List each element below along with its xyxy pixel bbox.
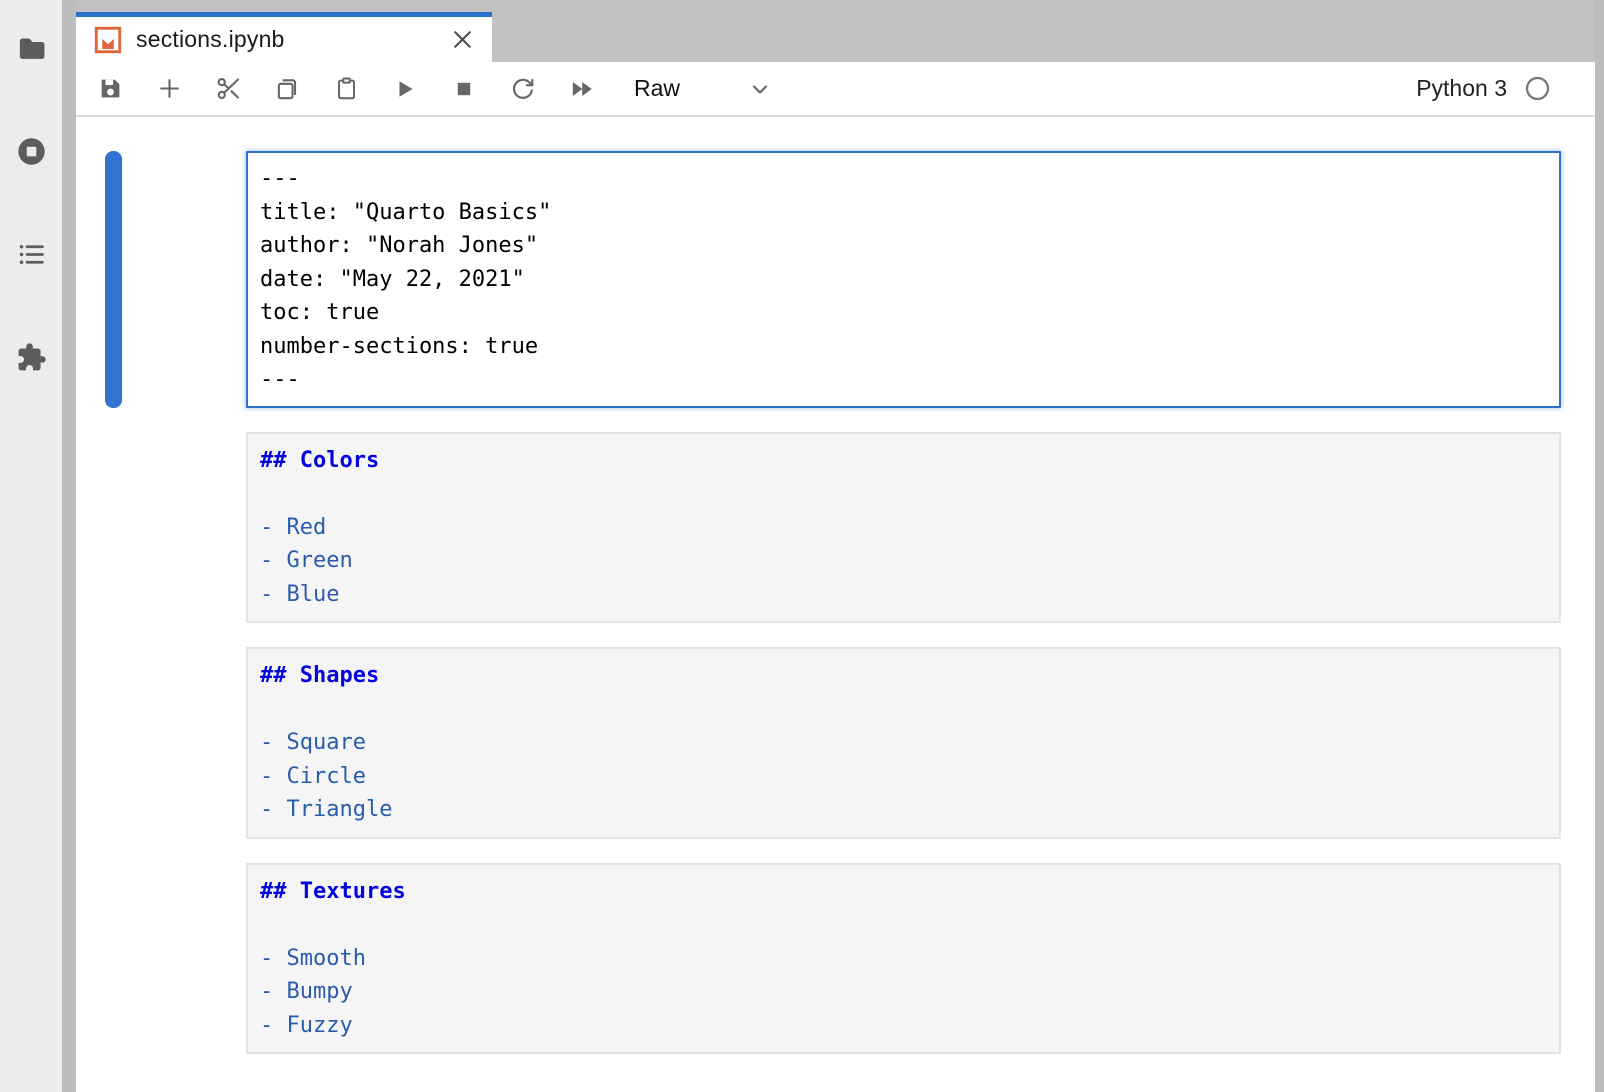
notebook-toolbar: Raw Python 3 (76, 62, 1595, 117)
cell-collapser[interactable] (105, 647, 122, 839)
scissors-icon (215, 75, 242, 102)
markdown-list-line: - Red (260, 511, 1547, 545)
run-button[interactable] (392, 76, 418, 102)
chevron-down-icon (748, 77, 772, 101)
tab-bar: sections.ipynb (76, 0, 1595, 62)
plus-icon (157, 76, 182, 101)
fast-forward-icon (569, 76, 595, 102)
kernel-switcher[interactable]: Python 3 (1416, 75, 1551, 102)
code-line: --- (260, 363, 1547, 397)
stop-icon (452, 77, 476, 101)
notebook-file-icon (93, 25, 123, 55)
main-dock-panel: sections.ipynb (76, 0, 1595, 1092)
sidebar-divider[interactable] (62, 0, 76, 1092)
markdown-cell-editor[interactable]: ## Colors - Red - Green - Blue (246, 432, 1561, 624)
cell-markdown-shapes[interactable]: ## Shapes - Square - Circle - Triangle (76, 647, 1595, 839)
markdown-header-line: ## Shapes (260, 659, 1547, 693)
markdown-list-line: - Bumpy (260, 975, 1547, 1009)
code-line: author: "Norah Jones" (260, 229, 1547, 263)
notebook-panel[interactable]: --- title: "Quarto Basics" author: "Nora… (76, 117, 1595, 1092)
code-line: title: "Quarto Basics" (260, 196, 1547, 230)
refresh-icon (510, 76, 536, 102)
raw-cell-editor[interactable]: --- title: "Quarto Basics" author: "Nora… (246, 151, 1561, 408)
table-of-contents-tab[interactable] (15, 238, 47, 270)
input-prompt-area (122, 151, 246, 408)
notebook-tab[interactable]: sections.ipynb (76, 12, 492, 62)
folder-icon (16, 33, 47, 64)
input-prompt-area (122, 647, 246, 839)
markdown-list-line: - Circle (260, 760, 1547, 794)
blank-line (260, 477, 1547, 511)
markdown-header-line: ## Textures (260, 875, 1547, 909)
cell-type-value: Raw (634, 75, 680, 102)
cell-collapser[interactable] (105, 432, 122, 624)
markdown-list-line: - Square (260, 726, 1547, 760)
code-line: --- (260, 162, 1547, 196)
cell-markdown-textures[interactable]: ## Textures - Smooth - Bumpy - Fuzzy (76, 863, 1595, 1055)
markdown-header-line: ## Colors (260, 444, 1547, 478)
running-sessions-tab[interactable] (15, 135, 47, 167)
markdown-list-line: - Fuzzy (260, 1009, 1547, 1043)
jupyterlab-window: sections.ipynb (0, 0, 1604, 1092)
stop-circle-icon (15, 135, 48, 168)
markdown-list-line: - Green (260, 544, 1547, 578)
cell-raw-frontmatter[interactable]: --- title: "Quarto Basics" author: "Nora… (76, 151, 1595, 408)
restart-kernel-button[interactable] (510, 76, 536, 102)
cut-button[interactable] (215, 76, 241, 102)
markdown-cell-editor[interactable]: ## Shapes - Square - Circle - Triangle (246, 647, 1561, 839)
restart-run-all-button[interactable] (569, 76, 595, 102)
markdown-list-line: - Triangle (260, 793, 1547, 827)
markdown-list-line: - Smooth (260, 942, 1547, 976)
input-prompt-area (122, 863, 246, 1055)
window-right-edge (1595, 0, 1604, 1092)
play-icon (393, 77, 417, 101)
kernel-status-icon[interactable] (1524, 75, 1551, 102)
cell-type-select[interactable]: Raw (634, 75, 772, 102)
puzzle-icon (16, 342, 47, 373)
code-line: toc: true (260, 296, 1547, 330)
cell-collapser[interactable] (105, 863, 122, 1055)
copy-icon (274, 76, 300, 102)
code-line: number-sections: true (260, 330, 1547, 364)
save-icon (98, 76, 123, 101)
copy-button[interactable] (274, 76, 300, 102)
cell-collapser[interactable] (105, 151, 122, 408)
save-button[interactable] (97, 76, 123, 102)
clipboard-icon (334, 76, 359, 101)
paste-button[interactable] (333, 76, 359, 102)
input-prompt-area (122, 432, 246, 624)
interrupt-button[interactable] (451, 76, 477, 102)
file-browser-tab[interactable] (15, 32, 47, 64)
blank-line (260, 693, 1547, 727)
kernel-name: Python 3 (1416, 75, 1507, 102)
markdown-list-line: - Blue (260, 578, 1547, 612)
extensions-tab[interactable] (15, 341, 47, 373)
left-sidebar (0, 0, 62, 1092)
markdown-cell-editor[interactable]: ## Textures - Smooth - Bumpy - Fuzzy (246, 863, 1561, 1055)
blank-line (260, 908, 1547, 942)
tab-title: sections.ipynb (136, 26, 436, 53)
tab-close-icon[interactable] (449, 27, 475, 53)
list-icon (16, 239, 47, 270)
cell-markdown-colors[interactable]: ## Colors - Red - Green - Blue (76, 432, 1595, 624)
insert-cell-button[interactable] (156, 76, 182, 102)
code-line: date: "May 22, 2021" (260, 263, 1547, 297)
